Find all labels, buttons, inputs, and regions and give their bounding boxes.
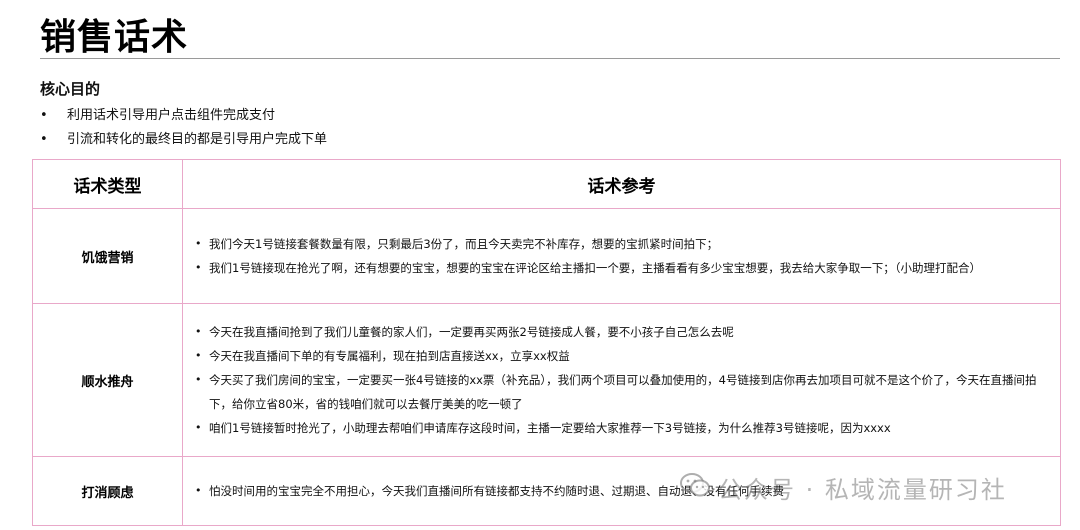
table-row: 顺水推舟 今天在我直播间抢到了我们儿童餐的家人们，一定要再买两张2号链接成人餐，… <box>32 303 1061 457</box>
goal-heading: 核心目的 <box>40 80 101 98</box>
script-table: 话术类型 话术参考 饥饿营销 我们今天1号链接套餐数量有限，只剩最后3份了，而且… <box>32 159 1061 526</box>
reference-item: 今天买了我们房间的宝宝，一定要买一张4号链接的xx票（补充品），我们两个项目可以… <box>193 368 1050 416</box>
reference-list: 怕没时间用的宝宝完全不用担心，今天我们直播间所有链接都支持不约随时退、过期退、自… <box>193 479 1050 503</box>
script-reference-cell: 今天在我直播间抢到了我们儿童餐的家人们，一定要再买两张2号链接成人餐，要不小孩子… <box>182 303 1061 457</box>
reference-list: 我们今天1号链接套餐数量有限，只剩最后3份了，而且今天卖完不补库存，想要的宝抓紧… <box>193 232 1050 280</box>
reference-item: 我们1号链接现在抢光了啊，还有想要的宝宝，想要的宝宝在评论区给主播扣一个要，主播… <box>193 256 1050 280</box>
table-header-row: 话术类型 话术参考 <box>32 159 1061 209</box>
script-type-cell: 饥饿营销 <box>32 208 183 304</box>
goal-list: 利用话术引导用户点击组件完成支付 引流和转化的最终目的都是引导用户完成下单 <box>40 104 327 152</box>
script-reference-cell: 我们今天1号链接套餐数量有限，只剩最后3份了，而且今天卖完不补库存，想要的宝抓紧… <box>182 208 1061 304</box>
reference-item: 咱们1号链接暂时抢光了，小助理去帮咱们申请库存这段时间，主播一定要给大家推荐一下… <box>193 416 1050 440</box>
script-type-cell: 顺水推舟 <box>32 303 183 457</box>
script-reference-cell: 怕没时间用的宝宝完全不用担心，今天我们直播间所有链接都支持不约随时退、过期退、自… <box>182 456 1061 526</box>
reference-item: 今天在我直播间抢到了我们儿童餐的家人们，一定要再买两张2号链接成人餐，要不小孩子… <box>193 320 1050 344</box>
reference-item: 今天在我直播间下单的有专属福利，现在拍到店直接送xx，立享xx权益 <box>193 344 1050 368</box>
table-row: 打消顾虑 怕没时间用的宝宝完全不用担心，今天我们直播间所有链接都支持不约随时退、… <box>32 456 1061 526</box>
reference-list: 今天在我直播间抢到了我们儿童餐的家人们，一定要再买两张2号链接成人餐，要不小孩子… <box>193 320 1050 440</box>
page-title: 销售话术 <box>40 17 189 58</box>
script-type-cell: 打消顾虑 <box>32 456 183 526</box>
header-script-type: 话术类型 <box>32 159 183 209</box>
goal-item: 利用话术引导用户点击组件完成支付 <box>40 104 327 128</box>
header-script-reference: 话术参考 <box>182 159 1061 209</box>
title-divider <box>40 58 1060 59</box>
goal-item: 引流和转化的最终目的都是引导用户完成下单 <box>40 128 327 152</box>
reference-item: 我们今天1号链接套餐数量有限，只剩最后3份了，而且今天卖完不补库存，想要的宝抓紧… <box>193 232 1050 256</box>
reference-item: 怕没时间用的宝宝完全不用担心，今天我们直播间所有链接都支持不约随时退、过期退、自… <box>193 479 1050 503</box>
table-row: 饥饿营销 我们今天1号链接套餐数量有限，只剩最后3份了，而且今天卖完不补库存，想… <box>32 208 1061 304</box>
